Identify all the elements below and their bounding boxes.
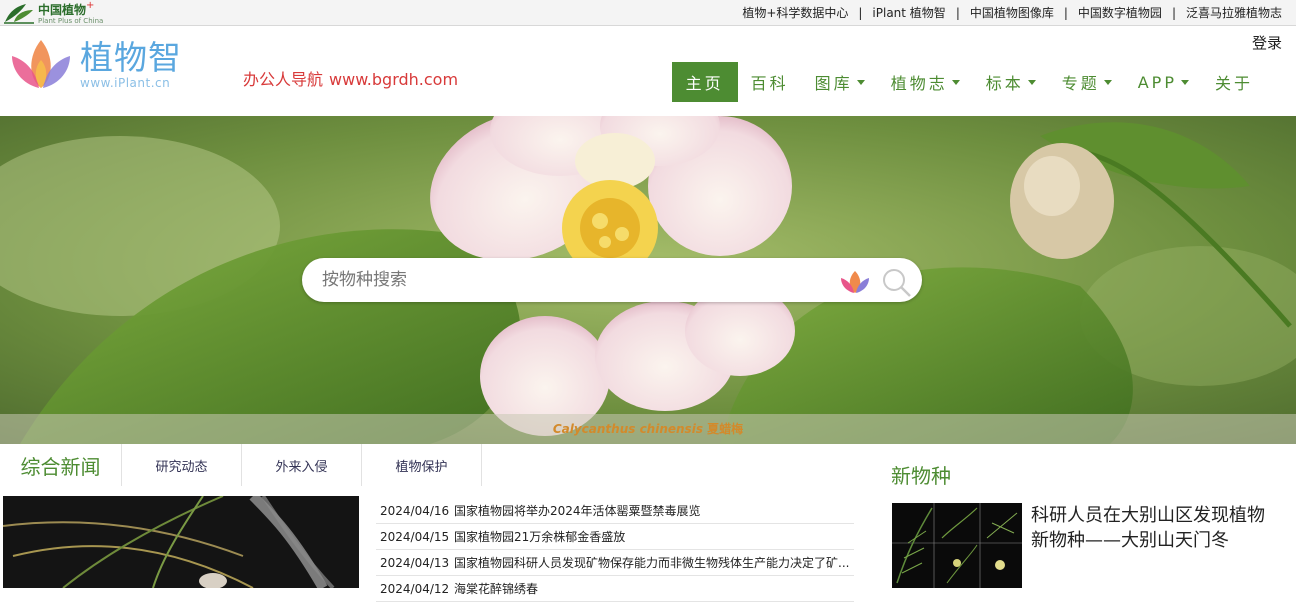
nav-specimens-label: 标本 (985, 74, 1024, 93)
plant-plus-logo-cn: 中国植物 (38, 3, 87, 17)
iplant-logo[interactable]: 植物智 www.iPlant.cn (10, 38, 182, 90)
tab-invasive-species[interactable]: 外来入侵 (242, 444, 362, 486)
nav-about[interactable]: 关于 (1202, 62, 1266, 102)
news-date: 2024/04/12 (380, 581, 450, 596)
caret-down-icon (1180, 79, 1189, 85)
plant-plus-logo-icon (4, 4, 34, 24)
search-icon[interactable] (880, 266, 912, 298)
toplink-digital-garden[interactable]: 中国数字植物园 (1078, 4, 1162, 21)
main-nav: 主页 百科 图库 植物志 标本 专题 APP 关于 (671, 62, 1266, 102)
nav-topics[interactable]: 专题 (1049, 62, 1125, 102)
toplink-iplant[interactable]: iPlant 植物智 (872, 4, 945, 21)
hero-banner: Calycanthus chinensis 夏蜡梅 (0, 116, 1296, 444)
news-date: 2024/04/15 (380, 529, 450, 544)
nav-flora-label: 植物志 (890, 74, 948, 93)
new-species-heading: 新物种 (891, 464, 951, 488)
caret-down-icon (856, 79, 865, 85)
news-title[interactable]: 国家植物园21万余株郁金香盛放 (454, 528, 854, 545)
caret-down-icon (1103, 79, 1112, 85)
tab-general-news[interactable]: 综合新闻 (0, 444, 122, 486)
lotus-logo-icon (12, 40, 70, 88)
tab-research[interactable]: 研究动态 (122, 444, 242, 486)
brand-url: www.iPlant.cn (80, 76, 171, 90)
nav-specimens[interactable]: 标本 (973, 62, 1049, 102)
new-species-image[interactable] (892, 503, 1022, 588)
news-title[interactable]: 国家植物园科研人员发现矿物保存能力而非微生物残体生产能力决定了矿... (454, 554, 854, 571)
toplink-data-center[interactable]: 植物+科学数据中心 (742, 4, 848, 21)
toplink-separator: | (1171, 5, 1176, 20)
news-title[interactable]: 海棠花醉锦绣春 (454, 580, 854, 597)
nav-home-label: 主页 (685, 74, 724, 93)
news-item[interactable]: 2024/04/15 国家植物园21万余株郁金香盛放 (376, 524, 854, 550)
promo-url: www.bgrdh.com (329, 70, 459, 89)
news-tabs: 综合新闻 研究动态 外来入侵 植物保护 (0, 444, 860, 488)
news-photo (3, 496, 359, 588)
caption-common-name: 夏蜡梅 (707, 422, 744, 436)
caret-down-icon (1027, 79, 1036, 85)
toplink-image-library[interactable]: 中国植物图像库 (970, 4, 1054, 21)
toplink-separator: | (955, 5, 960, 20)
hero-caption: Calycanthus chinensis 夏蜡梅 (0, 414, 1296, 444)
promo-text: 办公人导航 (243, 70, 324, 89)
plant-plus-logo[interactable]: 中国植物+ Plant Plus of China (2, 1, 103, 25)
new-species-title[interactable]: 科研人员在大别山区发现植物新物种——大别山天门冬 (1031, 503, 1281, 553)
top-bar: 中国植物+ Plant Plus of China 植物+科学数据中心 | iP… (0, 0, 1296, 26)
nav-gallery[interactable]: 图库 (802, 62, 878, 102)
nav-encyclopedia-label: 百科 (750, 74, 789, 93)
plant-plus-logo-en: Plant Plus of China (38, 17, 104, 25)
site-header: 植物智 www.iPlant.cn 办公人导航 www.bgrdh.com 登录 … (0, 26, 1296, 116)
nav-app[interactable]: APP (1125, 62, 1202, 102)
caret-down-icon (951, 79, 960, 85)
plant-plus-logo-plus: + (86, 0, 95, 11)
news-feature-image[interactable] (3, 496, 359, 588)
nav-gallery-label: 图库 (814, 74, 853, 93)
nav-topics-label: 专题 (1061, 74, 1100, 93)
caption-scientific-name: Calycanthus chinensis (552, 422, 703, 436)
nav-encyclopedia[interactable]: 百科 (738, 62, 802, 102)
toplink-separator: | (1063, 5, 1068, 20)
tab-plant-protection[interactable]: 植物保护 (362, 444, 482, 486)
news-list: 2024/04/16 国家植物园将举办2024年活体罂粟暨禁毒展览 2024/0… (376, 498, 854, 602)
news-date: 2024/04/16 (380, 503, 450, 518)
top-links: 植物+科学数据中心 | iPlant 植物智 | 中国植物图像库 | 中国数字植… (742, 0, 1282, 25)
nav-flora[interactable]: 植物志 (878, 62, 973, 102)
lotus-icon[interactable] (840, 270, 870, 294)
toplink-separator: | (858, 5, 863, 20)
news-title[interactable]: 国家植物园将举办2024年活体罂粟暨禁毒展览 (454, 502, 854, 519)
login-link[interactable]: 登录 (1252, 32, 1282, 53)
toplink-himalaya-flora[interactable]: 泛喜马拉雅植物志 (1186, 4, 1282, 21)
species-search-input[interactable] (322, 258, 822, 302)
news-item[interactable]: 2024/04/12 海棠花醉锦绣春 (376, 576, 854, 602)
news-date: 2024/04/13 (380, 555, 450, 570)
news-item[interactable]: 2024/04/16 国家植物园将举办2024年活体罂粟暨禁毒展览 (376, 498, 854, 524)
nav-app-label: APP (1137, 72, 1177, 92)
nav-about-label: 关于 (1214, 74, 1253, 93)
species-search-box (302, 258, 922, 302)
nav-home[interactable]: 主页 (671, 62, 738, 102)
brand-name: 植物智 (80, 38, 182, 77)
species-photo-collage (892, 503, 1022, 588)
news-item[interactable]: 2024/04/13 国家植物园科研人员发现矿物保存能力而非微生物残体生产能力决… (376, 550, 854, 576)
promo-link[interactable]: 办公人导航 www.bgrdh.com (243, 66, 458, 90)
